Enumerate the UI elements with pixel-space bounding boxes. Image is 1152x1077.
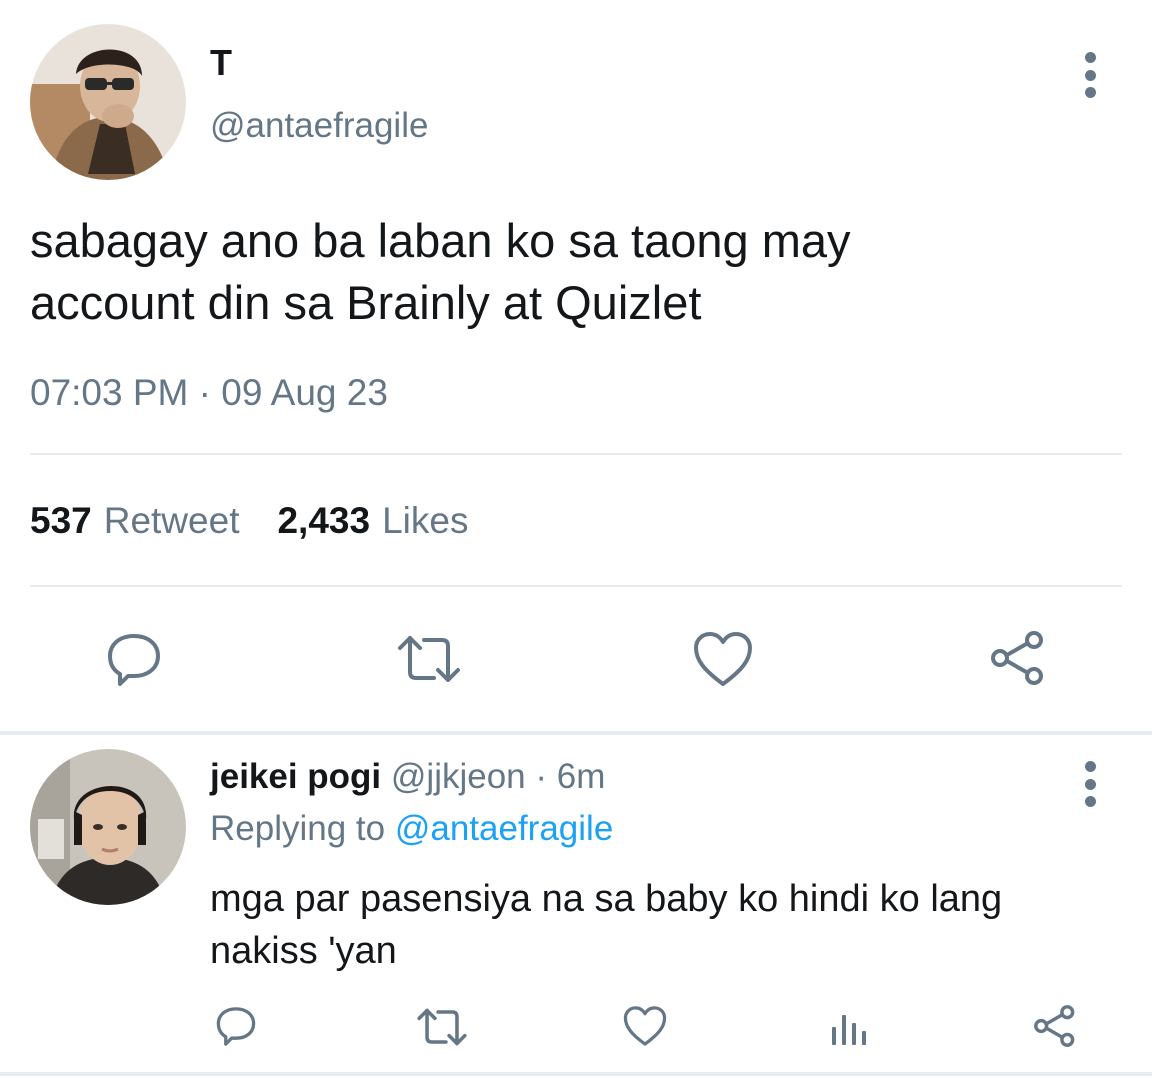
reply-text-line: mga par pasensiya na sa baby ko hindi ko… bbox=[210, 878, 1003, 920]
divider bbox=[30, 453, 1122, 455]
reply-time: · 6m bbox=[535, 757, 606, 796]
likes-label: Likes bbox=[382, 500, 469, 541]
divider bbox=[30, 585, 1122, 587]
share-icon[interactable] bbox=[1032, 1003, 1078, 1054]
like-icon[interactable] bbox=[622, 1005, 668, 1052]
replying-prefix: Replying to bbox=[210, 809, 386, 848]
reply-handle[interactable]: @jjkjeon bbox=[391, 757, 526, 796]
retweet-stat[interactable]: 537 Retweet bbox=[30, 500, 239, 542]
replying-to: Replying to @antaefragile bbox=[210, 809, 613, 849]
retweet-count: 537 bbox=[30, 500, 92, 541]
reply-more-options-icon[interactable] bbox=[1072, 761, 1108, 807]
likes-stat[interactable]: 2,433 Likes bbox=[277, 500, 468, 542]
reply-tweet[interactable]: jeikei pogi @jjkjeon · 6m Replying to @a… bbox=[0, 735, 1152, 1077]
reply-icon[interactable] bbox=[104, 628, 164, 693]
analytics-icon[interactable] bbox=[828, 1007, 868, 1052]
main-tweet: T @antaefragile sabagay ano ba laban ko … bbox=[0, 0, 1152, 732]
author-avatar[interactable] bbox=[30, 24, 186, 180]
author-display-name[interactable]: T bbox=[210, 42, 232, 84]
reply-text-line: nakiss 'yan bbox=[210, 930, 397, 972]
tweet-text: sabagay ano ba laban ko sa taong may acc… bbox=[30, 210, 1090, 334]
replying-to-handle-link[interactable]: @antaefragile bbox=[395, 809, 613, 848]
reply-display-name[interactable]: jeikei pogi bbox=[210, 757, 381, 796]
reply-icon[interactable] bbox=[214, 1003, 258, 1052]
tweet-text-line: account din sa Brainly at Quizlet bbox=[30, 276, 702, 329]
bottom-divider bbox=[0, 1072, 1152, 1076]
author-handle[interactable]: @antaefragile bbox=[210, 106, 428, 146]
like-icon[interactable] bbox=[692, 630, 754, 693]
more-options-icon[interactable] bbox=[1072, 52, 1108, 98]
likes-count: 2,433 bbox=[277, 500, 371, 541]
share-icon[interactable] bbox=[988, 628, 1048, 693]
retweet-icon[interactable] bbox=[416, 1007, 468, 1052]
reply-text: mga par pasensiya na sa baby ko hindi ko… bbox=[210, 873, 1110, 977]
tweet-text-line: sabagay ano ba laban ko sa taong may bbox=[30, 214, 851, 267]
reply-author-avatar[interactable] bbox=[30, 749, 186, 905]
retweet-label: Retweet bbox=[103, 500, 240, 541]
retweet-icon[interactable] bbox=[396, 634, 462, 689]
tweet-timestamp: 07:03 PM · 09 Aug 23 bbox=[30, 372, 388, 413]
tweet-stats: 537 Retweet 2,433 Likes bbox=[30, 500, 506, 542]
reply-header: jeikei pogi @jjkjeon · 6m bbox=[210, 757, 605, 797]
